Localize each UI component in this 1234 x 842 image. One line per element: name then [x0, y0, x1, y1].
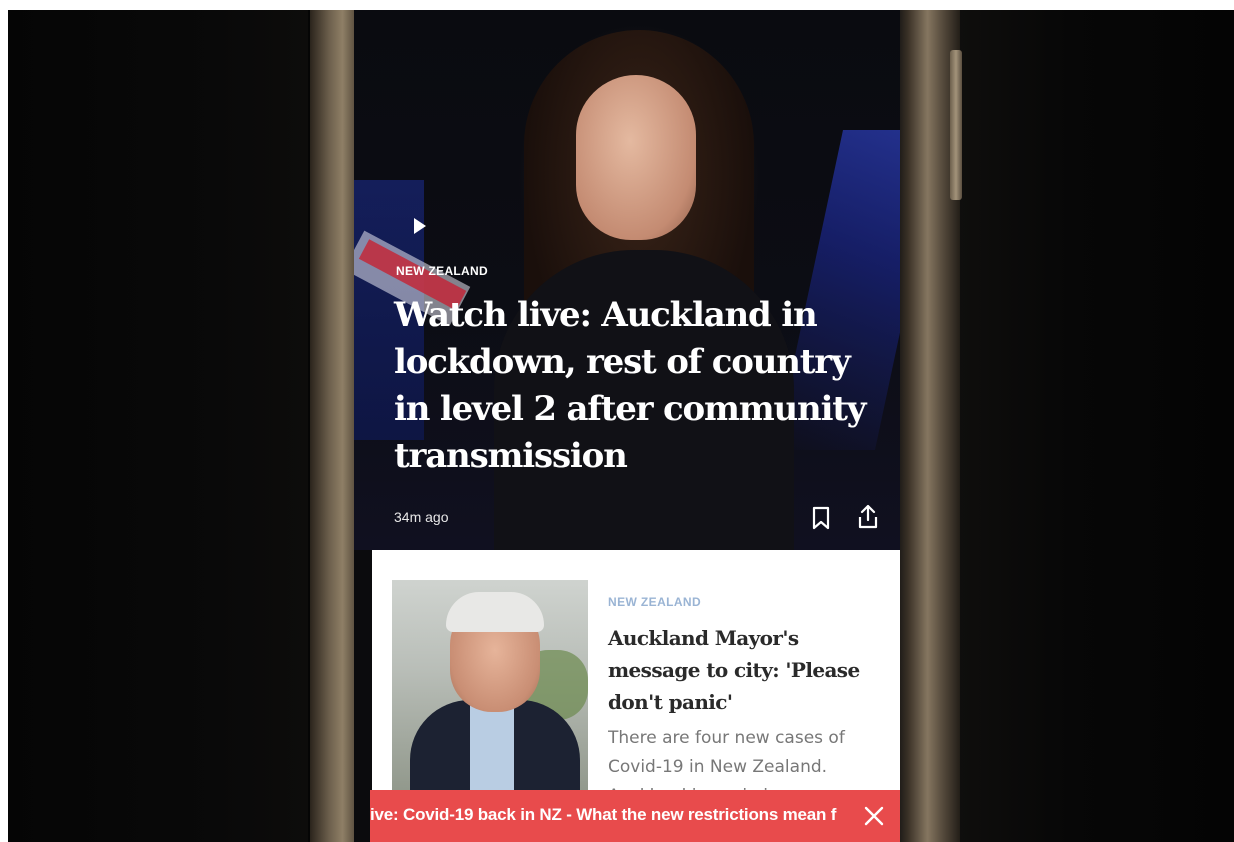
banner-text[interactable]: ive: Covid-19 back in NZ - What the new … [370, 805, 842, 825]
bookmark-icon[interactable] [812, 506, 830, 530]
image-person-hair [446, 592, 544, 632]
dark-background-left [8, 10, 308, 842]
hero-section-tag: NEW ZEALAND [396, 264, 488, 278]
dark-background-right [958, 10, 1234, 842]
hero-timestamp: 34m ago [394, 509, 449, 525]
close-icon[interactable] [864, 806, 884, 826]
hero-story[interactable]: NEW ZEALAND Watch live: Auckland in lock… [354, 10, 900, 550]
phone-side-button [950, 50, 962, 200]
story-card-headline[interactable]: Auckland Mayor's message to city: 'Pleas… [608, 622, 878, 718]
play-icon[interactable] [414, 218, 426, 234]
story-card-tag: NEW ZEALAND [608, 595, 702, 609]
phone-screen: NEW ZEALAND Watch live: Auckland in lock… [354, 10, 900, 842]
image-person-shirt [470, 698, 514, 802]
breaking-news-banner[interactable]: ive: Covid-19 back in NZ - What the new … [370, 790, 900, 842]
hero-person-face [576, 75, 696, 240]
share-icon[interactable] [856, 504, 880, 530]
story-card-image [392, 580, 588, 802]
photo-background: NEW ZEALAND Watch live: Auckland in lock… [8, 10, 1234, 842]
story-card[interactable]: NEW ZEALAND Auckland Mayor's message to … [372, 550, 900, 810]
hero-headline[interactable]: Watch live: Auckland in lockdown, rest o… [394, 292, 884, 480]
